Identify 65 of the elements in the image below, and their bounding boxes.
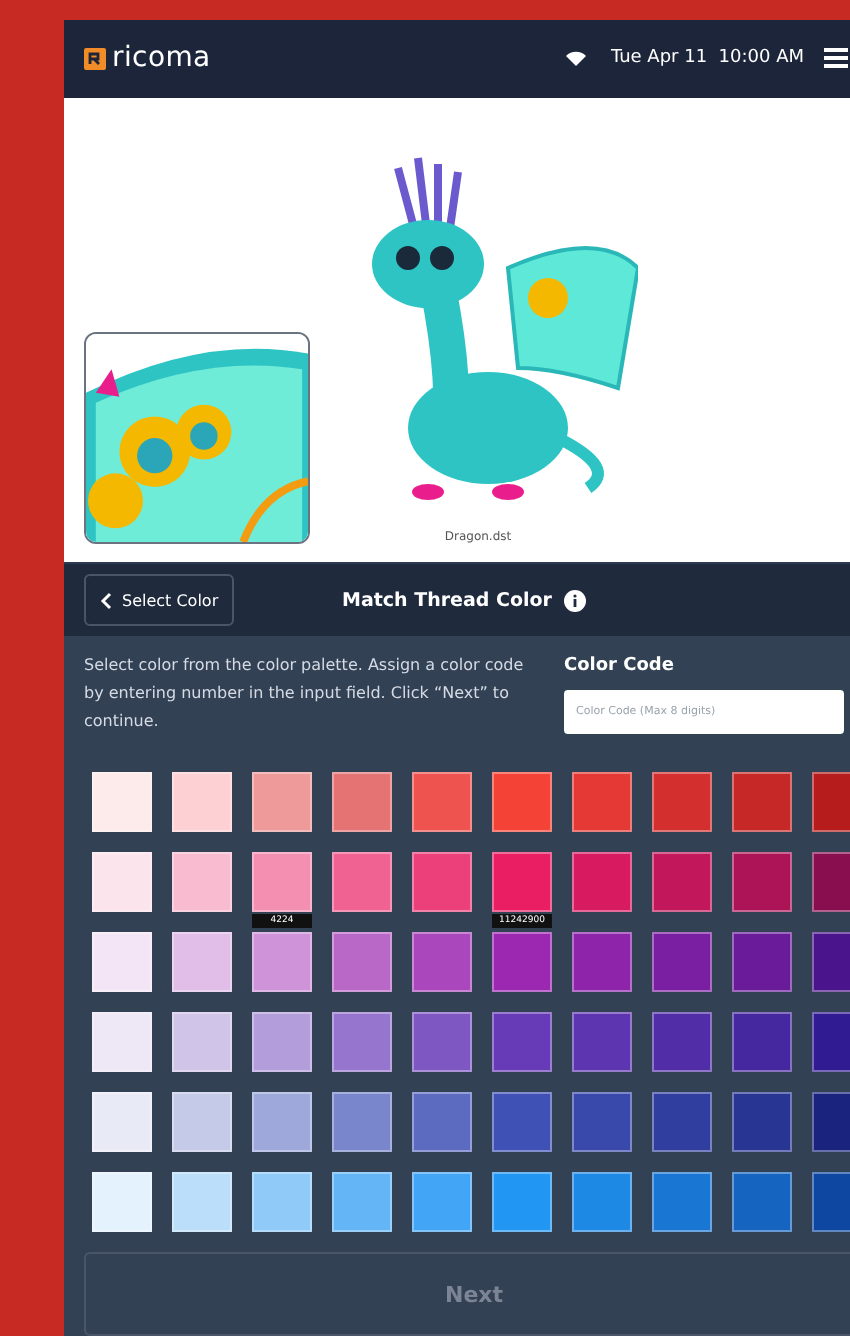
back-button[interactable]: Select Color xyxy=(84,574,235,627)
color-swatch[interactable] xyxy=(652,1012,712,1072)
color-swatch[interactable] xyxy=(572,932,632,992)
color-swatch[interactable] xyxy=(332,1172,392,1232)
color-swatch[interactable] xyxy=(172,1092,232,1152)
color-swatch[interactable] xyxy=(492,1172,552,1232)
menu-icon[interactable] xyxy=(824,48,848,69)
color-swatch[interactable] xyxy=(732,772,792,832)
logo-icon xyxy=(84,47,106,70)
color-swatch[interactable] xyxy=(492,932,552,992)
color-swatch[interactable] xyxy=(652,852,712,912)
color-code-label: Color Code xyxy=(564,656,676,676)
color-swatch[interactable] xyxy=(172,852,232,912)
info-icon[interactable] xyxy=(563,589,586,612)
color-swatch[interactable] xyxy=(412,772,472,832)
color-swatch[interactable] xyxy=(172,932,232,992)
chevron-left-icon xyxy=(100,591,112,610)
color-swatch[interactable] xyxy=(252,772,312,832)
color-swatch[interactable] xyxy=(652,772,712,832)
color-swatch[interactable] xyxy=(732,932,792,992)
color-swatch[interactable] xyxy=(492,852,552,912)
color-swatch[interactable] xyxy=(252,1172,312,1232)
color-swatch[interactable] xyxy=(412,932,472,992)
color-swatch[interactable] xyxy=(92,852,152,912)
wifi-icon xyxy=(566,50,587,67)
color-swatch[interactable] xyxy=(412,1012,472,1072)
logo-text: ricoma xyxy=(112,42,211,75)
color-swatch[interactable] xyxy=(572,1092,632,1152)
color-swatch[interactable] xyxy=(92,772,152,832)
color-swatch[interactable] xyxy=(332,1092,392,1152)
color-swatch[interactable] xyxy=(572,852,632,912)
color-swatch[interactable] xyxy=(252,852,312,912)
color-swatch[interactable] xyxy=(652,932,712,992)
color-swatch[interactable] xyxy=(172,1172,232,1232)
color-swatch[interactable] xyxy=(652,1092,712,1152)
color-swatch[interactable] xyxy=(252,1012,312,1072)
color-swatch[interactable] xyxy=(92,932,152,992)
date-time: Tue Apr 11 10:00 AM xyxy=(610,48,804,69)
color-swatch[interactable] xyxy=(332,852,392,912)
color-swatch[interactable] xyxy=(412,1092,472,1152)
color-swatch[interactable] xyxy=(92,1172,152,1232)
color-swatch[interactable] xyxy=(492,772,552,832)
color-swatch[interactable] xyxy=(172,1012,232,1072)
color-swatch[interactable] xyxy=(732,1012,792,1072)
color-swatch[interactable] xyxy=(732,852,792,912)
color-swatch[interactable] xyxy=(92,1092,152,1152)
color-swatch[interactable] xyxy=(572,1012,632,1072)
color-swatch[interactable] xyxy=(732,1172,792,1232)
color-swatch[interactable] xyxy=(412,852,472,912)
color-swatch[interactable] xyxy=(252,1092,312,1152)
color-swatch[interactable] xyxy=(172,772,232,832)
color-swatch[interactable] xyxy=(572,772,632,832)
color-swatch[interactable] xyxy=(652,1172,712,1232)
color-swatch[interactable] xyxy=(92,1012,152,1072)
page-title: Match Thread Color xyxy=(342,589,552,612)
color-swatch[interactable] xyxy=(492,1012,552,1072)
color-swatch[interactable] xyxy=(252,932,312,992)
color-swatch[interactable] xyxy=(492,1092,552,1152)
instructions-text: Select color from the color palette. Assign a color code by entering number in the input field. Click “Next” to continue. xyxy=(84,654,526,734)
color-swatch[interactable] xyxy=(332,772,392,832)
color-swatch[interactable] xyxy=(412,1172,472,1232)
color-swatch[interactable] xyxy=(732,1092,792,1152)
color-swatch[interactable] xyxy=(332,932,392,992)
color-swatch[interactable] xyxy=(572,1172,632,1232)
color-swatch[interactable] xyxy=(332,1012,392,1072)
